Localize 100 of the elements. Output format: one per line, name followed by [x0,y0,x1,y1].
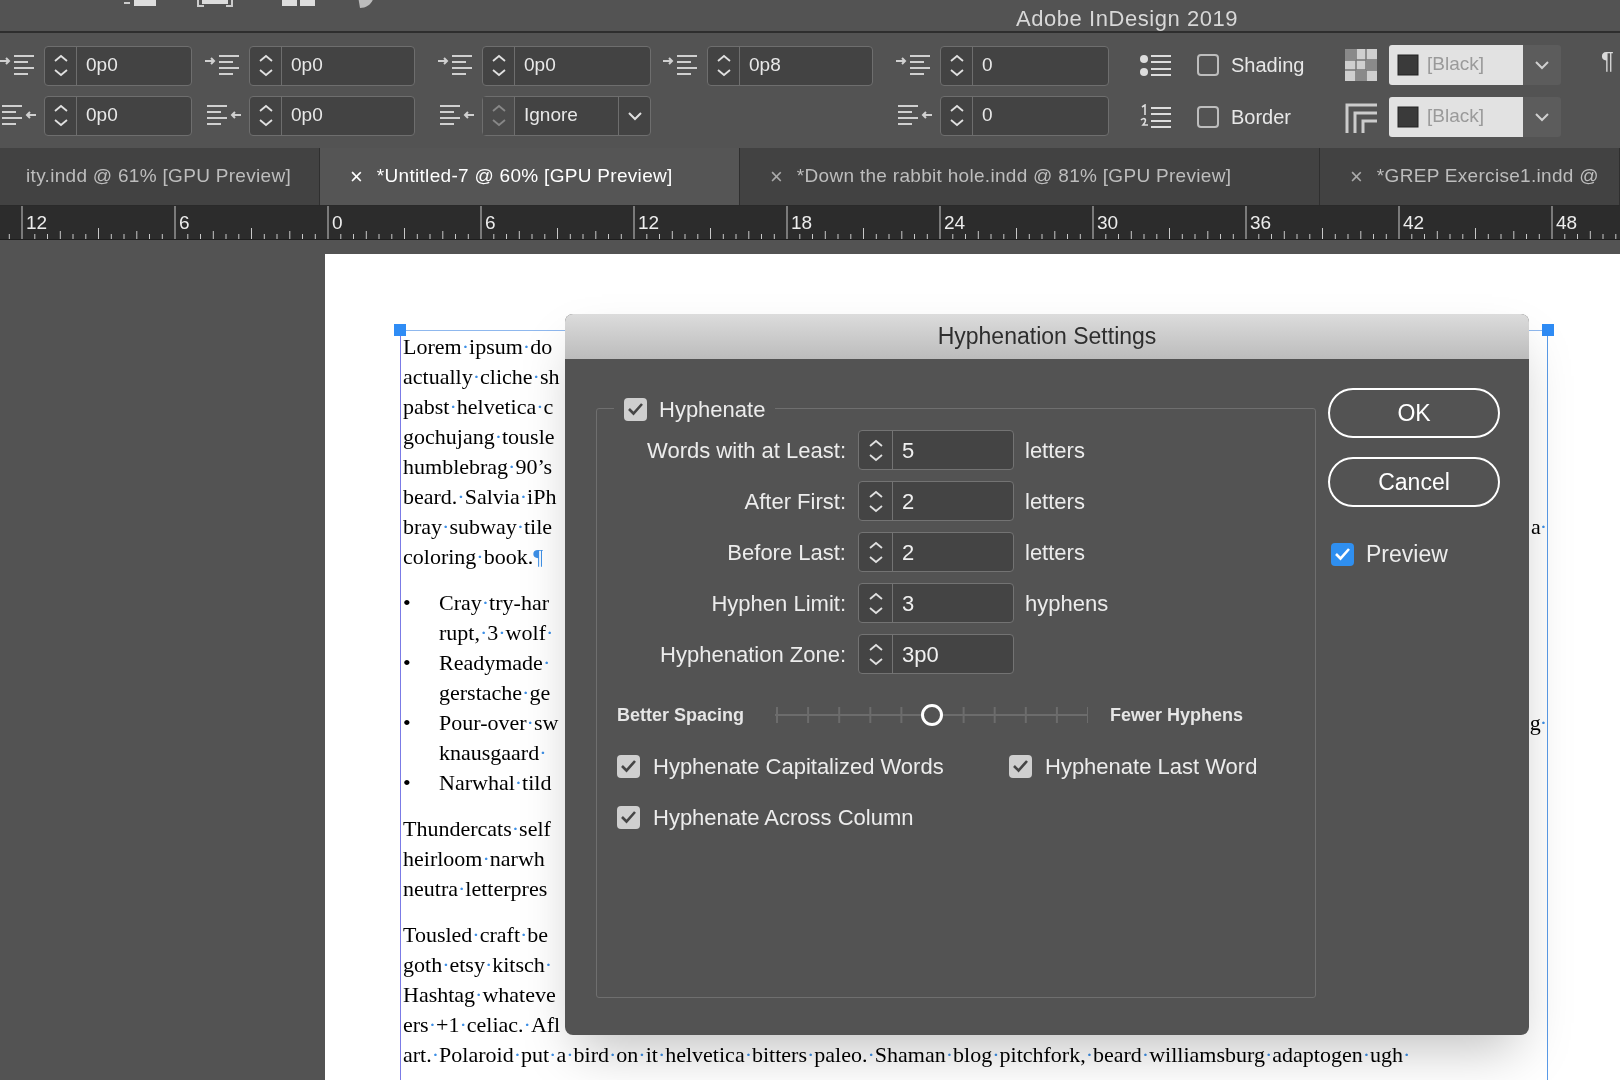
checkbox[interactable] [617,806,640,829]
dialog-title: Hyphenation Settings [937,322,1157,352]
checkbox[interactable] [1197,53,1219,76]
dialog-button[interactable]: Cancel [1328,457,1500,507]
dropdown[interactable]: Ignore [482,95,651,136]
ruler-label: 12 [26,211,48,235]
text-line: bray·subway·tile [403,512,553,541]
field-label: Hyphen Limit: [710,589,846,618]
numbered-list-icon[interactable] [1139,103,1173,130]
text-line: a· [1530,512,1547,541]
text-line: beard.·Salvia·iPh [403,482,557,511]
number-field[interactable]: 2 [858,532,1014,572]
text-line: pabst·helvetica·c [403,392,554,421]
unit-label: letters [1025,487,1085,516]
swatch-icon [1397,105,1419,128]
text-line: rupt,·3·wolf· [439,618,554,647]
ruler-label: 30 [1097,211,1119,235]
text-line: ers·+1·celiac.·Afl [403,1010,561,1039]
checkmark-icon [628,403,643,416]
text-line: heirloom·narwh [403,844,545,873]
ruler-label: 48 [1556,211,1578,235]
option-label[interactable]: Hyphenate Capitalized Words [653,750,944,783]
option-label[interactable]: Hyphenate [659,393,766,426]
field-label: Hyphenation Zone: [659,640,846,669]
ruler-label: 6 [179,211,190,235]
ruler-label: 12 [638,211,660,235]
dialog-button[interactable]: OK [1328,388,1500,438]
checkmark-icon [621,811,636,824]
slider-thumb[interactable] [920,704,943,726]
text-line: Lorem·ipsum·do [403,332,553,361]
slider-label: Fewer Hyphens [1110,703,1244,727]
text-line: neutra·letterpres [403,874,548,903]
number-field[interactable]: 3 [858,583,1014,623]
text-line: Hashtag·whateve [403,980,556,1009]
text-line: humblebrag·90’s [403,452,553,481]
pilcrow-button[interactable]: ¶ [1601,43,1614,79]
bullet: • [403,768,411,797]
field-label: Before Last: [726,538,846,567]
checkmark-icon [1013,760,1028,773]
checkbox[interactable] [1197,105,1219,128]
checkbox[interactable] [624,398,647,421]
ruler-label: 36 [1250,211,1272,235]
text-line: knausgaard· [439,738,547,767]
slider-track[interactable] [775,703,1088,727]
text-line: Cray·try-har [439,588,549,617]
swatch-icon [1397,53,1419,76]
number-field[interactable]: 3p0 [858,634,1014,674]
option-label[interactable]: Border [1231,101,1292,132]
text-line: Thundercats·self [403,814,551,843]
text-line: goth·etsy·kitsch· [403,950,553,979]
selection-handle[interactable] [394,324,406,336]
text-line: Readymade· [439,648,551,677]
caret-icon [626,110,643,121]
text-line: Narwhal·tild [439,768,552,797]
text-line: Pour-over·sw [439,708,559,737]
close-button[interactable]: × [1350,160,1363,193]
number-field[interactable]: 0p0 [44,95,192,136]
number-field[interactable]: 0 [940,95,1109,136]
selection-handle[interactable] [1542,324,1554,336]
grid-icon[interactable] [1345,48,1377,81]
number-field[interactable]: 0p0 [249,95,415,136]
number-field[interactable]: 2 [858,481,1014,521]
checkbox[interactable] [617,755,640,778]
checkbox[interactable] [1009,755,1032,778]
text-line: gerstache·ge [439,678,551,707]
bullet: • [403,708,411,737]
text-line: art.·Polaroid·put·a·bird·on·it·helvetica·bitters·paleo.·Shaman·blog·pitchfork,·beard·williamsburg·adaptogen·ugh· [403,1040,1411,1069]
number-field[interactable]: 0p0 [44,45,192,86]
close-button[interactable]: × [770,160,783,193]
app-title: Adobe InDesign 2019 [1016,5,1239,31]
text-line: g· [1529,708,1547,737]
option-label[interactable]: Preview [1366,537,1448,572]
field-label: Words with at Least: [646,436,846,465]
ruler-label: 24 [944,211,966,235]
option-label[interactable]: Shading [1231,49,1305,80]
unit-label: letters [1025,538,1085,567]
bullet: • [403,648,411,677]
text-line: actually·cliche·sh [403,362,560,391]
number-field[interactable]: 0p0 [482,45,651,86]
number-field[interactable]: 0p0 [249,45,415,86]
close-button[interactable]: × [350,160,363,193]
checkmark-icon [1335,547,1350,561]
caret-icon [1534,111,1550,122]
checkmark-icon [621,760,636,773]
ruler-label: 6 [485,211,496,235]
option-label[interactable]: Hyphenate Last Word [1045,750,1258,783]
checkbox[interactable] [1331,542,1354,566]
document-tab[interactable]: × *Untitled-7 @ 60% [GPU Preview] [320,148,740,205]
number-field[interactable]: 5 [858,430,1014,470]
bullet: • [403,588,411,617]
number-field[interactable]: 0 [940,45,1109,86]
caret-icon [1534,59,1550,70]
unit-label: hyphens [1025,589,1109,618]
option-label[interactable]: Hyphenate Across Column [653,801,914,834]
ruler-label: 42 [1403,211,1425,235]
text-line: Tousled·craft·be [403,920,549,949]
text-line: coloring·book.¶ [403,542,544,571]
slider-label: Better Spacing [617,703,746,727]
number-field[interactable]: 0p8 [707,45,873,86]
ruler-label: 18 [791,211,813,235]
